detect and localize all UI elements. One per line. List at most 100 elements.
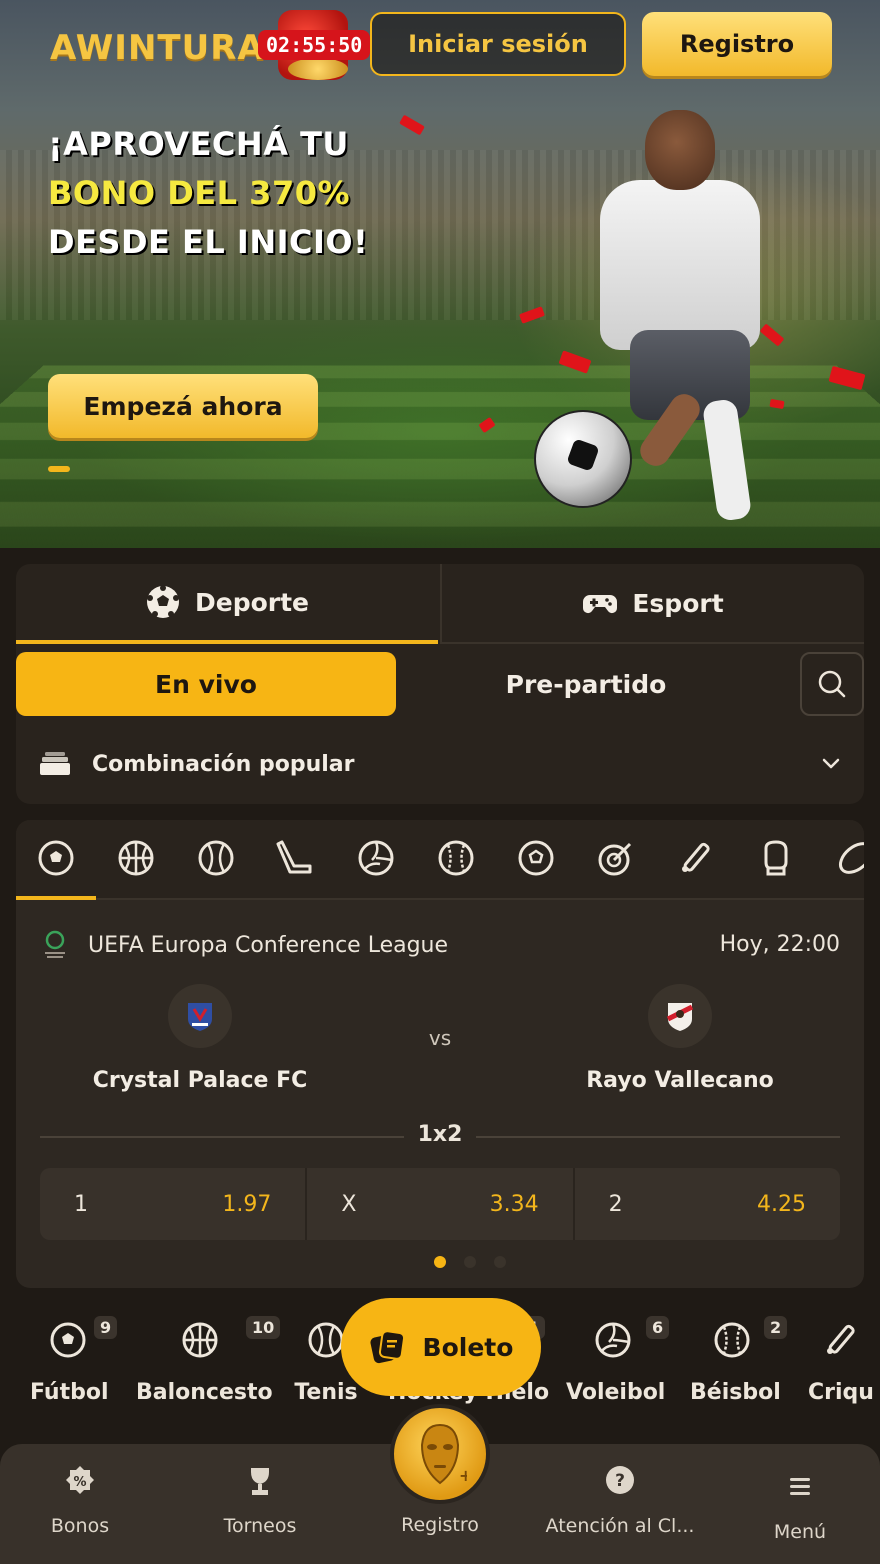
- odd-value: 1.97: [222, 1191, 272, 1217]
- category-cricket[interactable]: Criqu: [806, 1320, 876, 1405]
- rugby-icon[interactable]: [836, 838, 864, 878]
- confetti: [399, 114, 425, 136]
- hamburger-menu-icon: [790, 1478, 810, 1495]
- soccer-icon[interactable]: [36, 838, 76, 878]
- tab-sport[interactable]: Deporte: [16, 564, 438, 644]
- category-label: Voleibol: [566, 1380, 666, 1405]
- nav-bonuses[interactable]: % Bonos: [0, 1464, 160, 1537]
- login-button[interactable]: Iniciar sesión: [370, 12, 626, 76]
- nav-tournaments[interactable]: Torneos: [180, 1464, 340, 1537]
- category-football[interactable]: Fútbol 9: [30, 1316, 118, 1405]
- nav-tournaments-label: Torneos: [223, 1515, 297, 1537]
- match-time: Hoy, 22:00: [719, 932, 840, 957]
- league-row[interactable]: UEFA Europa Conference League Hoy, 22:00: [40, 928, 840, 962]
- pager-dot[interactable]: [464, 1256, 476, 1268]
- coins-icon: [288, 58, 348, 80]
- betting-tabs-panel: Deporte Esport En vivo Pre-partido Combi…: [16, 564, 864, 804]
- register-button[interactable]: Registro: [642, 12, 832, 76]
- nav-bonuses-label: Bonos: [50, 1515, 110, 1537]
- basketball-icon[interactable]: [116, 838, 156, 878]
- start-now-button[interactable]: Empezá ahora: [48, 374, 318, 438]
- category-count-badge: 6: [646, 1316, 670, 1339]
- svg-text:?: ?: [615, 1471, 625, 1491]
- promo-line-3: DESDE EL INICIO!: [48, 223, 369, 261]
- trophy-icon: [251, 1468, 269, 1495]
- home-team-name: Crystal Palace FC: [92, 1068, 308, 1093]
- home-team[interactable]: Crystal Palace FC: [80, 984, 320, 1093]
- boxing-icon[interactable]: [756, 838, 796, 878]
- search-icon: [818, 670, 846, 698]
- svg-text:+: +: [459, 1466, 467, 1485]
- active-sport-indicator: [16, 896, 96, 900]
- live-toggle-button[interactable]: En vivo: [16, 652, 396, 716]
- awintura-logo[interactable]: AWINTURA: [50, 28, 265, 68]
- odd-button-away[interactable]: 2 4.25: [572, 1168, 840, 1240]
- ticket-icon: [370, 1330, 405, 1364]
- category-count-badge: 9: [94, 1316, 118, 1339]
- odd-button-home[interactable]: 1 1.97: [40, 1168, 305, 1240]
- category-label: Béisbol: [690, 1380, 781, 1405]
- nav-register-avatar-button[interactable]: +: [390, 1404, 490, 1504]
- category-label: Fútbol: [30, 1380, 109, 1405]
- hero-banner: AWINTURA 02:55:50 Iniciar sesión Registr…: [0, 0, 880, 548]
- divider-right: [476, 1136, 840, 1138]
- promo-timer[interactable]: 02:55:50: [258, 10, 371, 82]
- tab-esport[interactable]: Esport: [440, 564, 864, 644]
- percent-badge-icon: %: [66, 1466, 94, 1494]
- ticket-stack-icon: [40, 752, 70, 775]
- darts-icon[interactable]: [596, 838, 636, 878]
- cricket-icon[interactable]: [676, 838, 716, 878]
- countdown-timer: 02:55:50: [258, 30, 371, 60]
- divider-left: [40, 1136, 404, 1138]
- odds-row: 1 1.97 X 3.34 2 4.25: [40, 1168, 840, 1240]
- basketball-icon: [182, 1322, 218, 1358]
- pager-dot-active[interactable]: [434, 1256, 446, 1268]
- popular-combo-dropdown[interactable]: Combinación popular: [16, 728, 864, 800]
- soccer-ball-icon: [146, 585, 179, 618]
- svg-text:%: %: [73, 1475, 86, 1490]
- volleyball-icon: [595, 1322, 631, 1358]
- promo-line-2: BONO DEL 370%: [48, 174, 351, 212]
- conference-league-logo-icon: [45, 930, 65, 958]
- soccer-ball-image: [534, 410, 632, 508]
- baseball-icon[interactable]: [436, 838, 476, 878]
- tennis-icon: [308, 1322, 344, 1358]
- versus-label: vs: [428, 1026, 452, 1050]
- odd-label: X: [341, 1191, 357, 1217]
- featured-match-card: UEFA Europa Conference League Hoy, 22:00…: [16, 820, 864, 1288]
- match-pager[interactable]: [434, 1256, 506, 1268]
- odd-button-draw[interactable]: X 3.34: [305, 1168, 572, 1240]
- bet-slip-button[interactable]: Boleto: [341, 1298, 541, 1396]
- odd-value: 3.34: [489, 1191, 539, 1217]
- tab-sport-label: Deporte: [194, 587, 309, 617]
- search-button[interactable]: [800, 652, 864, 716]
- futsal-icon[interactable]: [516, 838, 556, 878]
- tennis-icon[interactable]: [196, 838, 236, 878]
- pager-dot[interactable]: [494, 1256, 506, 1268]
- sport-filter-strip: [16, 820, 864, 900]
- nav-menu-label: Menú: [773, 1521, 827, 1543]
- nav-customer-support[interactable]: ? Atención al Cl...: [540, 1464, 700, 1537]
- category-label: Baloncesto: [136, 1380, 273, 1405]
- prematch-toggle-button[interactable]: Pre-partido: [396, 652, 776, 716]
- away-team[interactable]: Rayo Vallecano: [560, 984, 800, 1093]
- rayo-vallecano-crest-icon: [648, 984, 712, 1048]
- soccer-icon: [50, 1322, 86, 1358]
- carousel-dot-active[interactable]: [48, 466, 70, 472]
- chevron-down-icon: [822, 758, 840, 769]
- category-volleyball[interactable]: Voleibol 6: [566, 1316, 670, 1405]
- popular-combo-label: Combinación popular: [92, 751, 355, 777]
- carousel-indicator[interactable]: [48, 466, 70, 472]
- odd-label: 1: [74, 1191, 88, 1217]
- golden-mask-icon: +: [420, 1423, 467, 1485]
- volleyball-icon[interactable]: [356, 838, 396, 878]
- category-label: Tenis: [294, 1380, 358, 1405]
- hockey-icon[interactable]: [276, 838, 316, 878]
- category-baseball[interactable]: Béisbol 2: [690, 1316, 788, 1405]
- category-basketball[interactable]: Baloncesto 10: [136, 1316, 281, 1405]
- nav-menu[interactable]: Menú: [720, 1464, 880, 1543]
- bet-slip-label: Boleto: [422, 1332, 514, 1362]
- nav-register-label: Registro: [401, 1514, 479, 1536]
- odd-label: 2: [608, 1191, 623, 1217]
- tab-esport-label: Esport: [632, 588, 724, 618]
